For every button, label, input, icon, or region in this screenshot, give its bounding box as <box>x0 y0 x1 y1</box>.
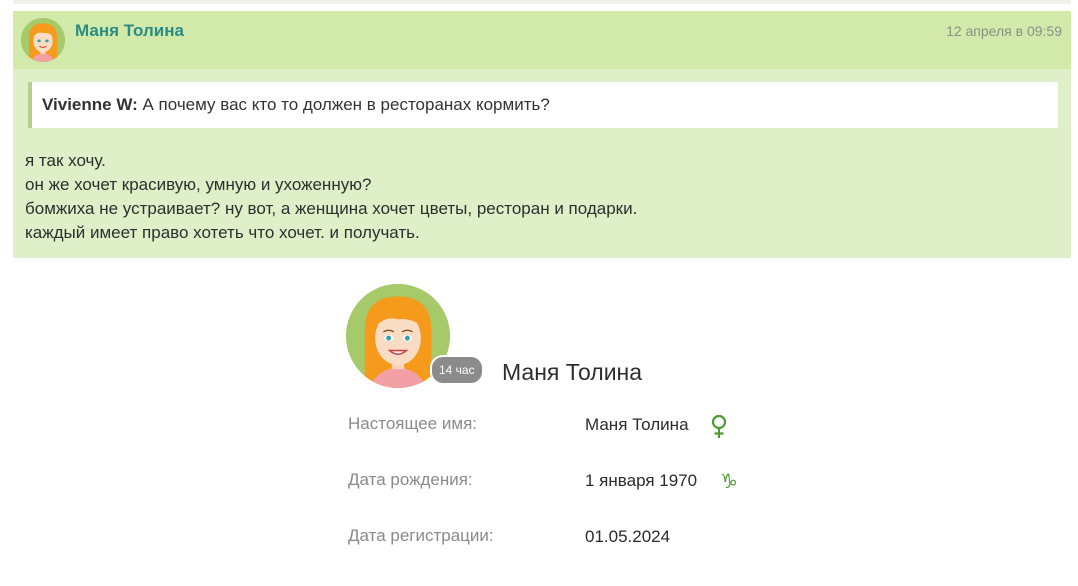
registration-date-value: 01.05.2024 <box>585 527 671 546</box>
author-avatar[interactable] <box>21 18 65 62</box>
post-line: бомжиха не устраивает? ну вот, а женщина… <box>25 199 638 218</box>
post-body: я так хочу. он же хочет красивую, умную … <box>25 149 637 245</box>
registration-date-label: Дата регистрации: <box>348 526 494 545</box>
post-line: он же хочет красивую, умную и ухоженную? <box>25 175 372 194</box>
birthdate-label: Дата рождения: <box>348 470 473 489</box>
real-name-value: Маня Толина <box>585 415 689 434</box>
profile-name: Маня Толина <box>502 359 643 385</box>
online-status-badge: 14 час <box>430 355 484 385</box>
avatar-image <box>21 18 65 62</box>
post-author-link[interactable]: Маня Толина <box>75 21 184 41</box>
birthdate-value: 1 января 1970 <box>585 471 698 490</box>
top-divider <box>13 0 1071 4</box>
real-name-label: Настоящее имя: <box>348 414 478 433</box>
post-date: 12 апреля в 09:59 <box>946 23 1062 39</box>
capricorn-icon: ♑ <box>720 469 738 493</box>
quote-text: А почему вас кто то должен в ресторанах … <box>142 95 550 114</box>
post-line: я так хочу. <box>25 151 106 170</box>
quote-block: Vivienne W: А почему вас кто то должен в… <box>28 82 1058 128</box>
female-sign-icon <box>708 414 730 445</box>
forum-post: Маня Толина 12 апреля в 09:59 Vivienne W… <box>13 11 1071 258</box>
quote-author: Vivienne W: <box>42 95 138 114</box>
post-line: каждый имеет право хотеть что хочет. и п… <box>25 223 420 242</box>
post-header: Маня Толина 12 апреля в 09:59 <box>13 11 1071 69</box>
